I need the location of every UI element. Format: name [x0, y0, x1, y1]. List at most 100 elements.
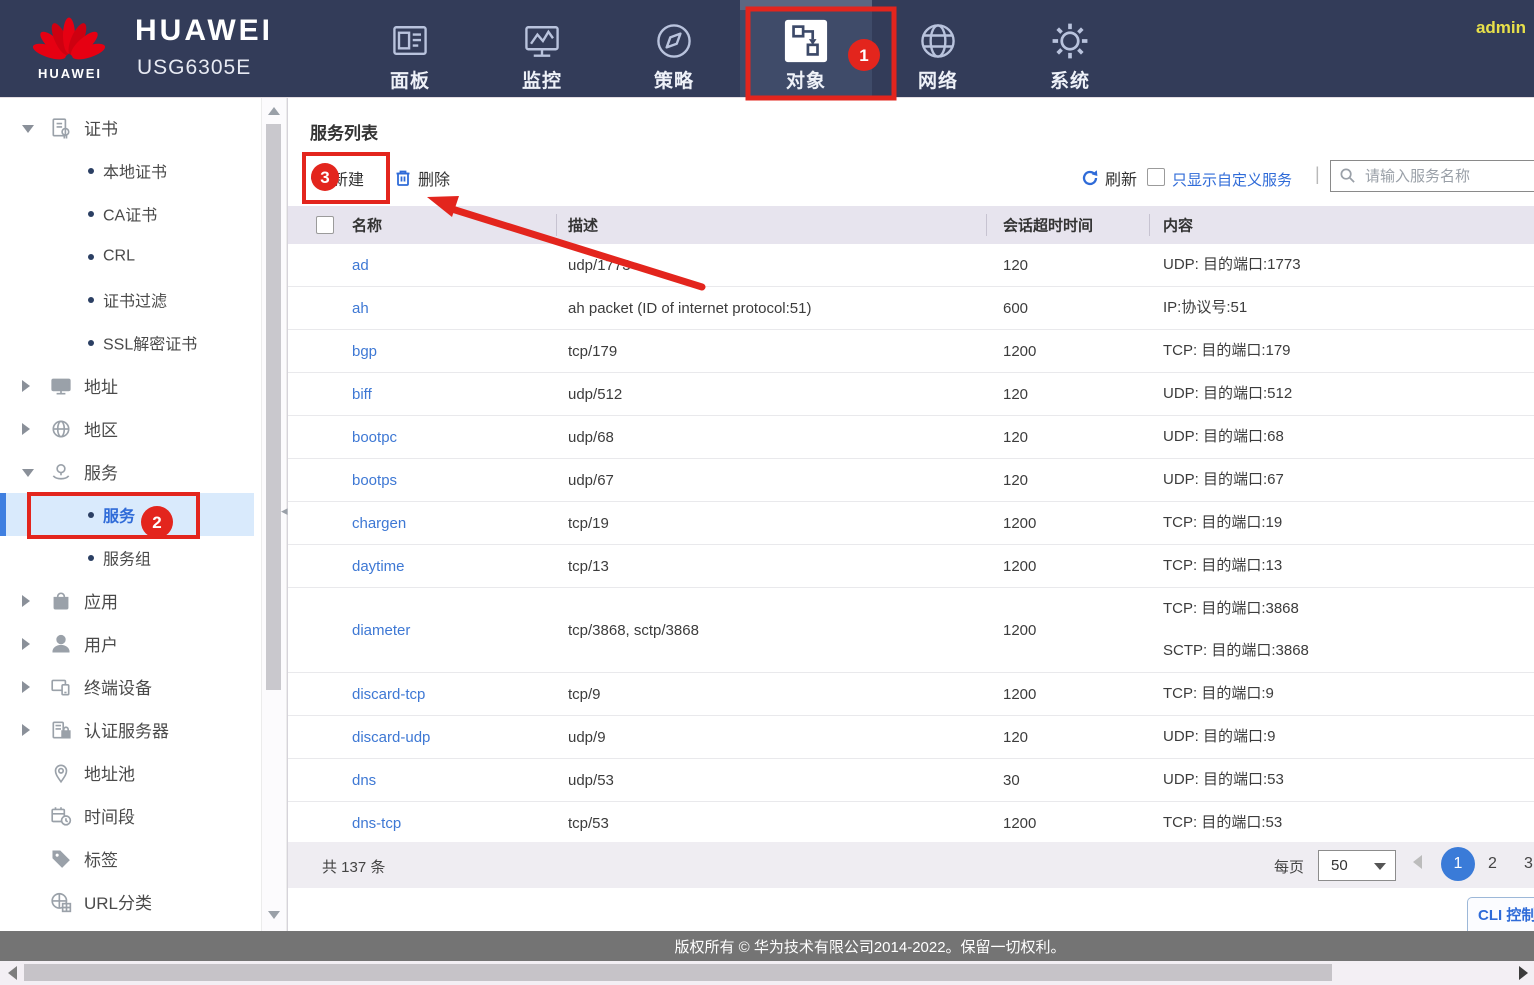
sidebar-item-address[interactable]: 地址 — [0, 364, 254, 407]
sidebar-item-tag[interactable]: 标签 — [0, 837, 254, 880]
content-line: UDP: 目的端口:9 — [1163, 716, 1534, 758]
service-name-link[interactable]: ad — [352, 257, 369, 274]
nav-tab-policy[interactable]: 策略 — [608, 10, 740, 97]
service-name-link[interactable]: biff — [352, 386, 372, 403]
tree-collapsed-icon[interactable] — [22, 724, 30, 736]
sidebar-collapse-icon[interactable]: ◂ — [281, 503, 288, 519]
service-name-link[interactable]: bgp — [352, 343, 377, 360]
sidebar-item-service-item[interactable]: 服务 — [0, 493, 254, 536]
sidebar-item-service[interactable]: 服务 — [0, 450, 254, 493]
tree-collapsed-icon[interactable] — [22, 380, 30, 392]
page-button-current[interactable]: 1 — [1441, 847, 1475, 881]
service-search-box[interactable] — [1330, 160, 1534, 192]
sidebar-item-application[interactable]: 应用 — [0, 579, 254, 622]
cell-content: UDP: 目的端口:512 — [1149, 373, 1534, 415]
nav-tab-network[interactable]: 网络 — [872, 10, 1004, 97]
table-row: bgptcp/1791200TCP: 目的端口:179 — [288, 330, 1534, 373]
select-all-checkbox[interactable] — [316, 216, 334, 234]
scroll-left-icon[interactable] — [8, 966, 17, 980]
service-name-link[interactable]: ah — [352, 300, 369, 317]
cell-description: udp/67 — [556, 472, 986, 489]
nav-tab-system[interactable]: 系统 — [1004, 10, 1136, 97]
scrollbar-thumb[interactable] — [266, 124, 281, 690]
sidebar-item-label: 证书过滤 — [103, 287, 167, 311]
sidebar-item-label: CA证书 — [103, 201, 157, 225]
tree-collapsed-icon[interactable] — [22, 595, 30, 607]
content-line: UDP: 目的端口:67 — [1163, 459, 1534, 501]
page-button[interactable]: 2 — [1488, 855, 1497, 873]
sidebar-item-local-cert[interactable]: 本地证书 — [0, 149, 254, 192]
compass-icon — [652, 18, 696, 64]
service-name-link[interactable]: discard-udp — [352, 729, 430, 746]
service-name-link[interactable]: daytime — [352, 558, 405, 575]
sidebar-item-time-range[interactable]: 时间段 — [0, 794, 254, 837]
tree-expanded-icon[interactable] — [22, 469, 34, 477]
service-name-link[interactable]: chargen — [352, 515, 406, 532]
cell-name: dns-tcp — [288, 815, 556, 832]
cell-name: daytime — [288, 558, 556, 575]
cell-description: tcp/9 — [556, 686, 986, 703]
tree-collapsed-icon[interactable] — [22, 423, 30, 435]
sidebar-tree: 证书本地证书CA证书CRL证书过滤SSL解密证书地址地区服务服务服务组应用用户终… — [0, 106, 256, 923]
service-name-link[interactable]: dns-tcp — [352, 815, 401, 832]
sidebar-item-ca-cert[interactable]: CA证书 — [0, 192, 254, 235]
nav-tab-label: 策略 — [654, 66, 694, 93]
tree-expanded-icon[interactable] — [22, 125, 34, 133]
hscrollbar-thumb[interactable] — [24, 964, 1332, 981]
content-line: TCP: 目的端口:179 — [1163, 330, 1534, 372]
search-input[interactable] — [1363, 167, 1534, 186]
delete-button[interactable]: 删除 — [394, 161, 450, 195]
nav-tab-panel[interactable]: 面板 — [344, 10, 476, 97]
sidebar-item-region[interactable]: 地区 — [0, 407, 254, 450]
cell-description: tcp/179 — [556, 343, 986, 360]
per-page-select[interactable]: 50 — [1318, 850, 1396, 881]
refresh-icon — [1081, 169, 1099, 187]
sidebar-item-terminal-device[interactable]: 终端设备 — [0, 665, 254, 708]
bullet-icon — [88, 340, 94, 346]
sidebar-item-ssl-decrypt-cert[interactable]: SSL解密证书 — [0, 321, 254, 364]
region-icon — [50, 418, 72, 440]
custom-service-filter-label[interactable]: 只显示自定义服务 — [1172, 169, 1292, 190]
table-row: chargentcp/191200TCP: 目的端口:19 — [288, 502, 1534, 545]
cell-content: UDP: 目的端口:67 — [1149, 459, 1534, 501]
sidebar-item-auth-server[interactable]: 认证服务器 — [0, 708, 254, 751]
sidebar-item-address-pool[interactable]: 地址池 — [0, 751, 254, 794]
service-name-link[interactable]: diameter — [352, 622, 410, 639]
scroll-right-icon[interactable] — [1519, 966, 1528, 980]
nav-tab-objects[interactable]: 对象 — [740, 10, 872, 97]
service-name-link[interactable]: dns — [352, 772, 376, 789]
content-line: UDP: 目的端口:1773 — [1163, 244, 1534, 286]
service-name-link[interactable]: discard-tcp — [352, 686, 425, 703]
horizontal-scrollbar[interactable] — [0, 961, 1534, 985]
bullet-icon — [88, 254, 94, 260]
service-name-link[interactable]: bootps — [352, 472, 397, 489]
scroll-down-icon[interactable] — [268, 911, 280, 919]
new-plus-icon — [308, 169, 326, 187]
new-button[interactable]: 新建 — [308, 161, 364, 195]
refresh-button[interactable]: 刷新 — [1081, 161, 1137, 195]
sidebar-item-certificate[interactable]: 证书 — [0, 106, 254, 149]
page-title: 服务列表 — [310, 119, 378, 144]
scroll-up-icon[interactable] — [268, 107, 280, 115]
tree-collapsed-icon[interactable] — [22, 681, 30, 693]
nav-tab-monitor[interactable]: 监控 — [476, 10, 608, 97]
cell-timeout: 120 — [986, 429, 1149, 446]
custom-service-checkbox[interactable] — [1147, 168, 1165, 186]
cli-console-button[interactable]: CLI 控制台 — [1467, 897, 1534, 931]
sidebar-item-label: 认证服务器 — [84, 717, 169, 742]
sidebar-item-service-group[interactable]: 服务组 — [0, 536, 254, 579]
page-button[interactable]: 3 — [1524, 855, 1533, 873]
logged-in-user[interactable]: admin — [1476, 18, 1526, 38]
sidebar-item-user[interactable]: 用户 — [0, 622, 254, 665]
sidebar-item-url-category[interactable]: URL分类 — [0, 880, 254, 923]
per-page-label: 每页 — [1274, 856, 1304, 877]
previous-page-icon[interactable] — [1413, 855, 1422, 869]
copyright-text: 版权所有 © 华为技术有限公司2014-2022。保留一切权利。 — [674, 936, 1065, 957]
tree-collapsed-icon[interactable] — [22, 638, 30, 650]
service-name-link[interactable]: bootpc — [352, 429, 397, 446]
sidebar-item-cert-filter[interactable]: 证书过滤 — [0, 278, 254, 321]
sidebar-item-crl[interactable]: CRL — [0, 235, 254, 278]
cell-name: chargen — [288, 515, 556, 532]
cell-name: biff — [288, 386, 556, 403]
bullet-icon — [88, 211, 94, 217]
